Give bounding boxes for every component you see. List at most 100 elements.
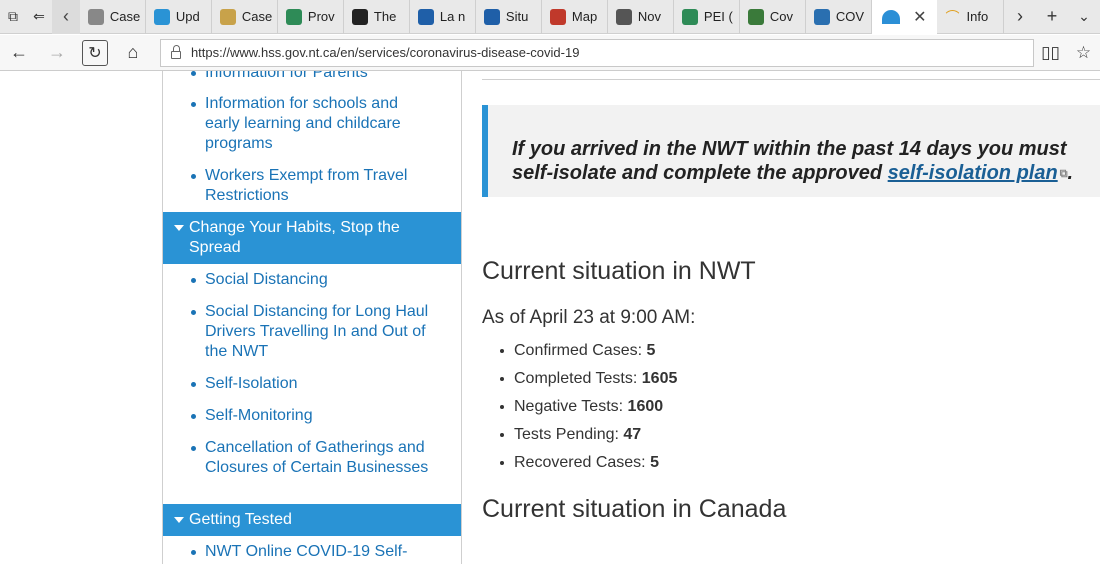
callout-end: . (1067, 162, 1074, 184)
stat-value: 47 (623, 426, 642, 443)
heading-nwt: Current situation in NWT (482, 257, 756, 285)
tab[interactable]: Case (212, 0, 278, 34)
scroll-tabs-right-icon[interactable]: › (1004, 0, 1036, 34)
tab[interactable]: La n (410, 0, 476, 34)
tab-label: Case (109, 9, 141, 24)
as-of-date: As of April 23 at 9:00 AM: (482, 307, 696, 328)
stat-value: 1605 (641, 370, 678, 387)
back-icon[interactable]: ← (0, 35, 38, 71)
heading-canada: Current situation in Canada (482, 495, 787, 523)
tab[interactable]: Cov (740, 0, 806, 34)
stat-value: 5 (646, 342, 656, 359)
tab-label: Nov (637, 9, 662, 24)
sidebar-item-workers-exempt[interactable]: Workers Exempt from Travel Restrictions (191, 166, 435, 206)
globe-icon (747, 8, 764, 25)
tab-active[interactable]: ✕ (871, 0, 937, 34)
set-aside-tabs-icon[interactable]: ⇐ (26, 0, 52, 34)
refresh-button[interactable]: ↻ (76, 35, 114, 71)
url-text: https://www.hss.gov.nt.ca/en/services/co… (190, 45, 580, 60)
document-icon (87, 8, 104, 25)
sidebar-item-self-monitoring[interactable]: Self-Monitoring (191, 406, 435, 426)
main-content: If you arrived in the NWT within the pas… (462, 71, 1100, 564)
stats-list: Confirmed Cases: 5 Completed Tests: 1605… (500, 337, 677, 477)
tab-label: Situ (505, 9, 529, 24)
tab[interactable]: Nov (608, 0, 674, 34)
tab-label: Upd (175, 9, 200, 24)
stat-completed-tests: Completed Tests: 1605 (500, 365, 677, 393)
sidebar-section-getting-tested[interactable]: Getting Tested (163, 504, 461, 536)
tab-info[interactable]: ⌒ Info (937, 0, 1005, 34)
tab-label: Cov (769, 9, 794, 24)
stat-label: Completed Tests: (514, 370, 642, 387)
stat-label: Confirmed Cases: (514, 342, 647, 359)
address-bar[interactable]: https://www.hss.gov.nt.ca/en/services/co… (159, 38, 1035, 67)
stat-negative-tests: Negative Tests: 1600 (500, 393, 677, 421)
sidebar-item-schools[interactable]: Information for schools and early learni… (191, 94, 435, 154)
sidebar-section-change-habits[interactable]: Change Your Habits, Stop the Spread (163, 212, 461, 264)
tab-list: Case Upd Case Prov The La n Situ Map Nov PEI ( Cov… (80, 0, 872, 34)
tab[interactable]: COV (806, 0, 872, 34)
tab-strip: ⧉ ⇐ ‹ Case Upd Case Prov The La n Situ Map Nov PE… (0, 0, 1100, 34)
favorite-star-icon[interactable]: ☆ (1067, 35, 1100, 71)
tab[interactable]: Case (80, 0, 146, 34)
logo-icon (813, 8, 830, 25)
stat-label: Recovered Cases: (514, 454, 651, 471)
divider (482, 79, 1100, 80)
tab-label: Prov (307, 9, 335, 24)
stat-value: 5 (650, 454, 659, 471)
sidebar-item-self-isolation[interactable]: Self-Isolation (191, 374, 435, 394)
tab-actions-icon[interactable]: ⧉ (0, 0, 26, 34)
self-isolation-plan-link[interactable]: self-isolation plan (888, 162, 1058, 184)
tab[interactable]: Map (542, 0, 608, 34)
stat-confirmed: Confirmed Cases: 5 (500, 337, 677, 365)
stat-recovered: Recovered Cases: 5 (500, 449, 677, 477)
tab[interactable]: Upd (146, 0, 212, 34)
fleur-de-lis-icon (417, 8, 434, 25)
sidebar-item-long-haul-drivers[interactable]: Social Distancing for Long Haul Drivers … (191, 302, 435, 362)
chevron-down-icon[interactable]: ⌄ (1068, 0, 1100, 34)
tab[interactable]: Prov (278, 0, 344, 34)
external-link-icon: ⧉ (1059, 168, 1068, 180)
flag-icon (285, 8, 302, 25)
tab-label: Case (241, 9, 273, 24)
tab-strip-right: › + ⌄ (1004, 0, 1100, 34)
tab[interactable]: PEI ( (674, 0, 740, 34)
stat-value: 1600 (627, 398, 664, 415)
new-tab-icon[interactable]: + (1036, 0, 1068, 34)
tab-label: La n (439, 9, 466, 24)
navigation-bar: ← → ↻ ⌂ https://www.hss.gov.nt.ca/en/ser… (0, 35, 1100, 71)
tab-label: Map (571, 9, 598, 24)
tab[interactable]: Situ (476, 0, 542, 34)
shield-icon (351, 8, 368, 25)
document-icon (219, 8, 236, 25)
forward-icon[interactable]: → (38, 35, 76, 71)
tab-label: The (373, 9, 397, 24)
arch-icon: ⌒ (945, 8, 960, 25)
lock-icon (170, 44, 181, 59)
sidebar-item-social-distancing[interactable]: Social Distancing (191, 270, 435, 290)
fleur-de-lis-icon (483, 8, 500, 25)
reading-view-icon[interactable]: ▯▯ (1034, 35, 1067, 71)
sidebar-item-online-self-assessment[interactable]: NWT Online COVID-19 Self- (191, 542, 435, 562)
self-isolation-callout: If you arrived in the NWT within the pas… (482, 105, 1100, 197)
sidebar-item-parents[interactable]: Information for Parents (191, 71, 435, 83)
tab-label: Info (966, 9, 989, 24)
map-icon (549, 8, 566, 25)
refresh-icon: ↻ (81, 39, 108, 66)
sidebar-item-gatherings[interactable]: Cancellation of Gatherings and Closures … (191, 438, 435, 478)
nwt-logo-icon (881, 9, 900, 24)
sidebar: Information for Parents Information for … (162, 71, 462, 564)
scroll-tabs-left-icon[interactable]: ‹ (52, 0, 80, 34)
tab-label: COV (835, 9, 865, 24)
image-icon (615, 8, 632, 25)
stat-label: Negative Tests: (514, 398, 628, 415)
tab[interactable]: The (344, 0, 410, 34)
chart-icon (153, 8, 170, 25)
stat-tests-pending: Tests Pending: 47 (500, 421, 677, 449)
tree-icon (681, 8, 698, 25)
stat-label: Tests Pending: (514, 426, 624, 443)
tab-label: PEI ( (703, 9, 733, 24)
home-icon[interactable]: ⌂ (114, 35, 152, 71)
close-tab-icon[interactable]: ✕ (913, 7, 926, 27)
toolbar-right: ▯▯ ☆ (1034, 35, 1100, 71)
